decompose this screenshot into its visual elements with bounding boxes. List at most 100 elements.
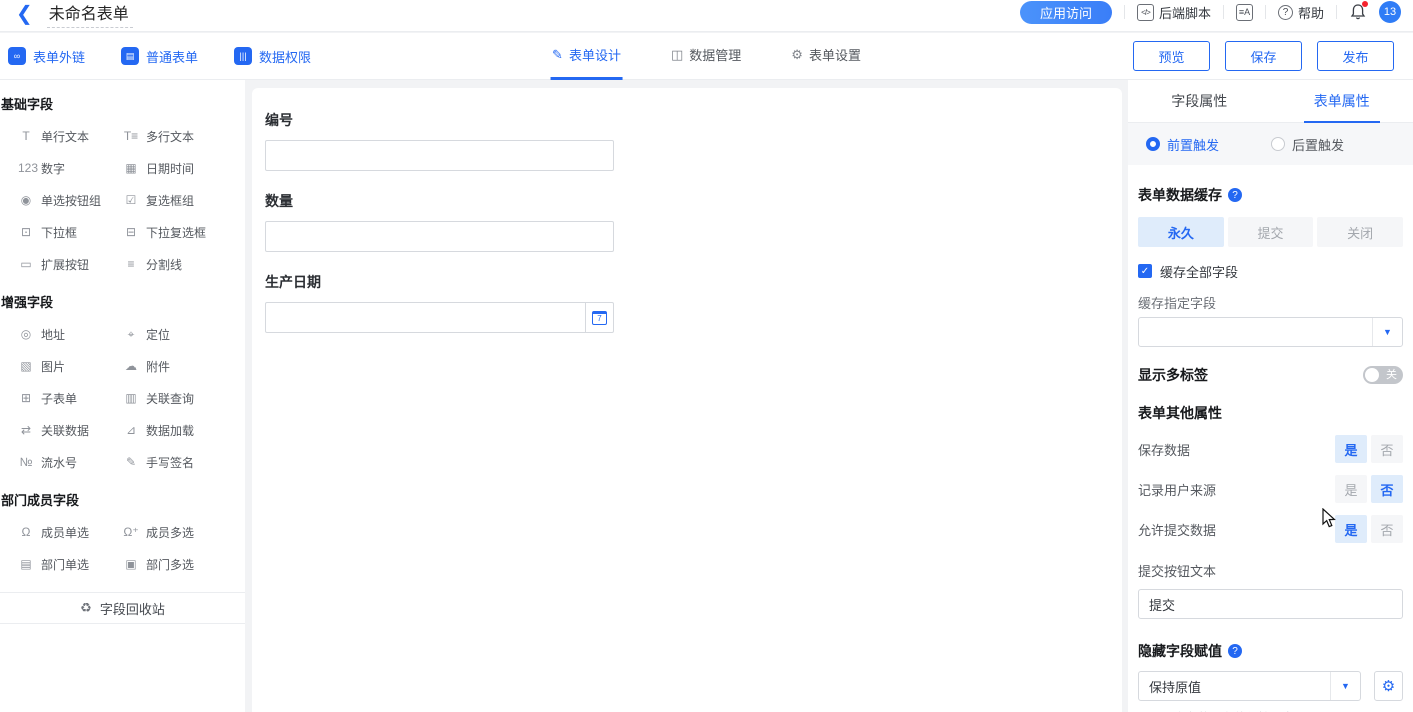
panel-tab[interactable]: 表单属性 <box>1271 80 1413 122</box>
hidden-assign-select[interactable]: 保持原值 ▼ <box>1138 671 1361 701</box>
field-type-label: 单选按钮组 <box>41 192 101 209</box>
select-value: 保持原值 <box>1139 677 1330 696</box>
yes-button[interactable]: 是 <box>1335 435 1367 463</box>
palette-field-item[interactable]: ▭ 扩展按钮 <box>18 248 123 280</box>
palette-field-item[interactable]: 123 数字 <box>18 152 123 184</box>
palette-field-item[interactable]: ☁ 附件 <box>123 350 228 382</box>
palette-field-item[interactable]: ⊿ 数据加载 <box>123 414 228 446</box>
palette-field-item[interactable]: ◉ 单选按钮组 <box>18 184 123 216</box>
field-type-label: 关联查询 <box>146 390 194 407</box>
canvas-field-input[interactable] <box>265 221 614 252</box>
field-type-label: 部门单选 <box>41 556 89 573</box>
toolbar-link[interactable]: ∞ 表单外链 <box>8 47 85 66</box>
cache-fields-select[interactable]: ▼ <box>1138 317 1403 347</box>
cache-fields-label: 缓存指定字段 <box>1138 293 1403 311</box>
back-icon[interactable]: ❮ <box>16 4 33 24</box>
canvas-field-input[interactable] <box>265 140 614 171</box>
palette-field-item[interactable]: ✎ 手写签名 <box>123 446 228 478</box>
palette-field-item[interactable]: ▧ 图片 <box>18 350 123 382</box>
action-button[interactable]: 发布 <box>1317 41 1394 71</box>
palette-field-item[interactable]: ⊟ 下拉复选框 <box>123 216 228 248</box>
field-type-icon: ▥ <box>123 391 139 405</box>
toolbar-link[interactable]: ▤ 普通表单 <box>121 47 198 66</box>
yes-button[interactable]: 是 <box>1335 475 1367 503</box>
cache-mode-button[interactable]: 永久 <box>1138 217 1224 247</box>
help-button[interactable]: ? 帮助 <box>1278 3 1324 22</box>
palette-field-item[interactable]: ⌖ 定位 <box>123 318 228 350</box>
no-button[interactable]: 否 <box>1371 475 1403 503</box>
palette-section-title: 增强字段 <box>0 292 245 310</box>
field-type-icon: ✎ <box>123 455 139 469</box>
canvas-field[interactable]: 数量 <box>265 191 614 252</box>
yes-button[interactable]: 是 <box>1335 515 1367 543</box>
cache-all-fields-row[interactable]: ✓ 缓存全部字段 <box>1138 261 1403 281</box>
form-title[interactable]: 未命名表单 <box>47 0 133 28</box>
main-tab[interactable]: ◫ 数据管理 <box>669 33 743 80</box>
palette-field-item[interactable]: Ω 成员单选 <box>18 516 123 548</box>
trigger-radio[interactable]: 后置触发 <box>1271 135 1344 154</box>
panel-tab[interactable]: 字段属性 <box>1128 80 1271 122</box>
canvas-field-label: 数量 <box>265 191 614 211</box>
canvas-field-input[interactable]: 7 <box>265 302 614 333</box>
tab-icon: ◫ <box>671 47 683 63</box>
field-type-icon: ◉ <box>18 193 34 207</box>
palette-field-item[interactable]: Ω⁺ 成员多选 <box>123 516 228 548</box>
trigger-radio[interactable]: 前置触发 <box>1146 135 1219 154</box>
cache-mode-button[interactable]: 提交 <box>1228 217 1314 247</box>
field-type-icon: ▦ <box>123 161 139 175</box>
palette-field-item[interactable]: № 流水号 <box>18 446 123 478</box>
question-icon: ? <box>1278 5 1293 20</box>
field-type-label: 复选框组 <box>146 192 194 209</box>
palette-field-item[interactable]: ▣ 部门多选 <box>123 548 228 580</box>
field-recycle-bin-button[interactable]: ♻ 字段回收站 <box>0 592 245 624</box>
gear-button[interactable]: ⚙ <box>1374 671 1403 701</box>
palette-field-item[interactable]: ▦ 日期时间 <box>123 152 228 184</box>
palette-field-item[interactable]: ▤ 部门单选 <box>18 548 123 580</box>
main-tab[interactable]: ✎ 表单设计 <box>550 33 623 80</box>
no-button[interactable]: 否 <box>1371 435 1403 463</box>
backend-script-button[interactable]: </> 后端脚本 <box>1137 3 1211 22</box>
palette-field-item[interactable]: ☑ 复选框组 <box>123 184 228 216</box>
help-icon[interactable]: ? <box>1228 188 1242 202</box>
field-type-label: 手写签名 <box>146 454 194 471</box>
field-type-label: 下拉复选框 <box>146 224 206 241</box>
palette-field-item[interactable]: ⊡ 下拉框 <box>18 216 123 248</box>
multi-tab-toggle[interactable]: 关 <box>1363 366 1403 384</box>
no-button[interactable]: 否 <box>1371 515 1403 543</box>
palette-field-item[interactable]: ◎ 地址 <box>18 318 123 350</box>
palette-field-item[interactable]: ≡ 分割线 <box>123 248 228 280</box>
field-type-icon: ⊿ <box>123 423 139 437</box>
yes-no-setting-row: 保存数据 是 否 <box>1138 435 1403 463</box>
palette-field-item[interactable]: ⊞ 子表单 <box>18 382 123 414</box>
avatar[interactable]: 13 <box>1379 1 1401 23</box>
docs-icon[interactable]: ≡A <box>1236 4 1253 21</box>
cache-mode-button[interactable]: 关闭 <box>1317 217 1403 247</box>
palette-field-item[interactable]: T 单行文本 <box>18 120 123 152</box>
checkbox-checked-icon[interactable]: ✓ <box>1138 264 1152 278</box>
canvas-field[interactable]: 生产日期 7 <box>265 272 614 333</box>
main-tab[interactable]: ⚙ 表单设置 <box>789 33 863 80</box>
canvas-field[interactable]: 编号 <box>265 110 614 171</box>
palette-field-item[interactable]: ⇄ 关联数据 <box>18 414 123 446</box>
toolbar: ∞ 表单外链 ▤ 普通表单 ||| 数据权限 ✎ 表单设计 ◫ 数据管理 ⚙ 表… <box>0 33 1413 80</box>
form-canvas[interactable]: 编号 数量 生产日期 7 <box>252 88 1122 712</box>
action-button[interactable]: 预览 <box>1133 41 1210 71</box>
field-type-icon: ▣ <box>123 557 139 571</box>
field-type-icon: T≡ <box>123 129 139 143</box>
panel-tab-label: 表单属性 <box>1314 91 1370 111</box>
help-icon[interactable]: ? <box>1228 644 1242 658</box>
date-picker-suffix[interactable]: 7 <box>585 303 613 332</box>
cache-section-title: 表单数据缓存 ? <box>1138 185 1403 205</box>
toolbar-link-icon: ▤ <box>121 47 139 65</box>
palette-field-item[interactable]: ▥ 关联查询 <box>123 382 228 414</box>
action-button[interactable]: 保存 <box>1225 41 1302 71</box>
field-type-icon: ◎ <box>18 327 34 341</box>
palette-field-item[interactable]: T≡ 多行文本 <box>123 120 228 152</box>
notification-bell-icon[interactable] <box>1349 3 1367 21</box>
toolbar-link[interactable]: ||| 数据权限 <box>234 47 311 66</box>
field-type-icon: ▧ <box>18 359 34 373</box>
submit-text-input[interactable] <box>1138 589 1403 619</box>
field-type-label: 数据加载 <box>146 422 194 439</box>
setting-label: 记录用户来源 <box>1138 480 1335 499</box>
app-access-button[interactable]: 应用访问 <box>1020 1 1112 24</box>
